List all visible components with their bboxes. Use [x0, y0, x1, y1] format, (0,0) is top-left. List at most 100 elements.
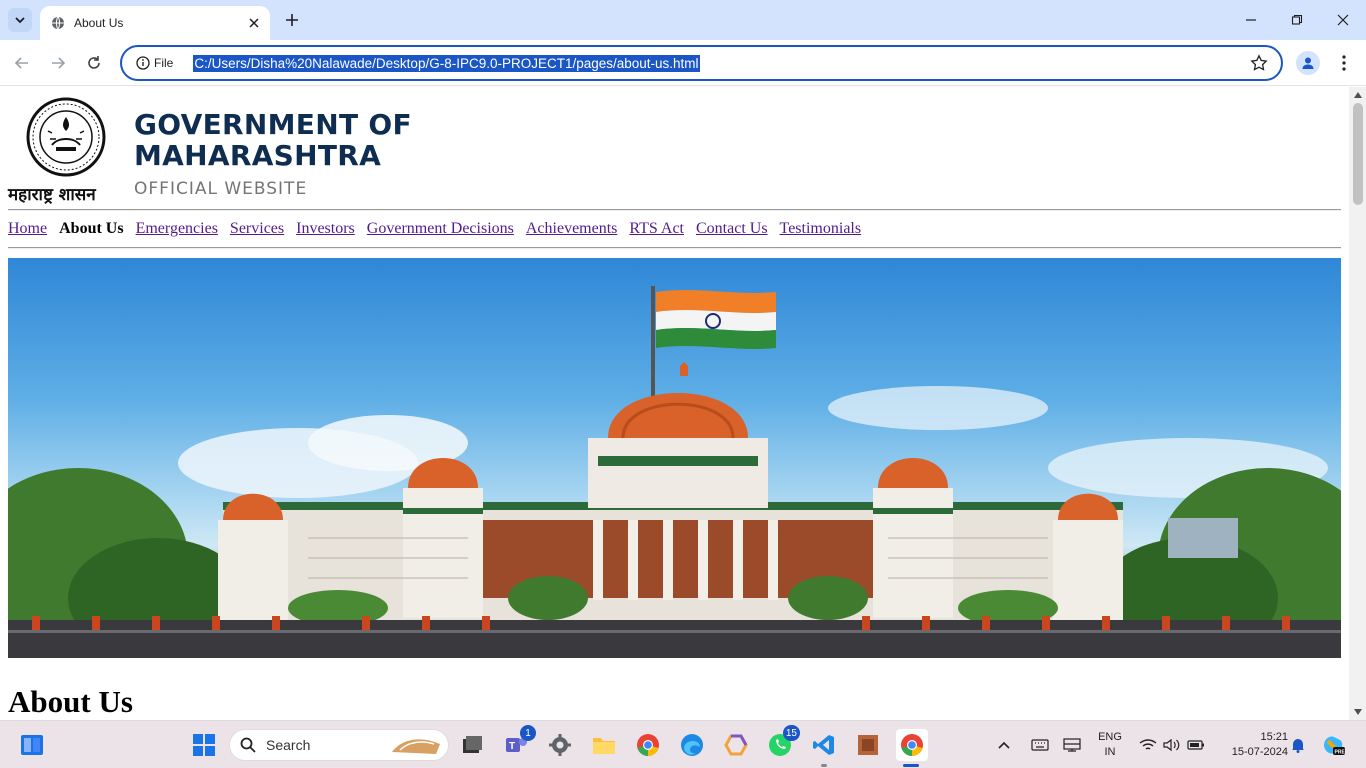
whatsapp-app[interactable]: 15	[764, 725, 800, 761]
keyboard-tray-button[interactable]	[1028, 729, 1052, 761]
maharashtra-seal-logo: महाराष्ट्र शासन	[8, 95, 124, 205]
task-view-icon	[463, 736, 482, 753]
chevron-up-icon	[998, 741, 1010, 749]
scroll-down-arrow[interactable]	[1353, 707, 1363, 717]
main-nav: Home About Us Emergencies Services Inves…	[8, 211, 1341, 247]
bookmark-button[interactable]	[1249, 53, 1269, 73]
volume-button[interactable]	[1160, 729, 1184, 761]
copilot-icon: PRE	[1324, 736, 1345, 756]
copilot-tray-button[interactable]: PRE	[1318, 729, 1348, 761]
page-viewport: महाराष्ट्र शासन GOVERNMENT OF MAHARASHTR…	[0, 87, 1366, 720]
brand-subtitle: OFFICIAL WEBSITE	[134, 179, 308, 199]
search-box-label: Search	[266, 737, 311, 753]
minimize-button[interactable]	[1236, 8, 1266, 32]
widgets-button[interactable]	[16, 729, 48, 761]
tab-search-button[interactable]	[8, 8, 32, 32]
nav-link-rts-act[interactable]: RTS Act	[629, 220, 684, 238]
nav-link-emergencies[interactable]: Emergencies	[136, 220, 218, 238]
globe-icon	[50, 15, 66, 31]
new-tab-button[interactable]	[280, 8, 304, 32]
nav-link-about-active[interactable]: About Us	[59, 220, 123, 238]
copilot-app[interactable]	[720, 729, 752, 761]
monitor-icon	[1063, 738, 1081, 752]
wifi-button[interactable]	[1136, 729, 1160, 761]
site-header: महाराष्ट्र शासन GOVERNMENT OF MAHARASHTR…	[8, 95, 1341, 209]
teams-badge: 1	[520, 725, 536, 741]
seal-emblem-icon	[26, 97, 106, 177]
chrome-active-app[interactable]	[896, 729, 928, 761]
forward-button[interactable]	[46, 51, 70, 75]
browser-toolbar: File C:/Users/Disha%20Nalawade/Desktop/G…	[0, 40, 1366, 86]
teams-app[interactable]: T 1	[500, 725, 536, 761]
keyboard-icon	[1031, 739, 1049, 751]
svg-text:T: T	[509, 741, 515, 752]
browser-menu-button[interactable]	[1332, 51, 1356, 75]
start-button[interactable]	[188, 729, 220, 761]
edge-app[interactable]	[676, 729, 708, 761]
restore-icon	[1291, 14, 1303, 25]
site-info-chip[interactable]: File	[130, 50, 179, 76]
divider-bottom	[8, 247, 1341, 249]
gear-icon	[549, 734, 571, 756]
brand-title-line2: MAHARASHTRA	[134, 139, 382, 172]
clock-date: 15-07-2024	[1231, 746, 1288, 758]
nav-link-government-decisions[interactable]: Government Decisions	[367, 220, 514, 238]
page-scrollbar[interactable]	[1349, 87, 1366, 720]
close-tab-button[interactable]	[244, 13, 264, 33]
windows-logo-icon	[193, 734, 215, 756]
more-vertical-icon	[1342, 55, 1346, 71]
star-icon	[1250, 54, 1268, 71]
arrow-right-icon	[52, 57, 66, 69]
pinned-app[interactable]	[852, 729, 884, 761]
edge-icon	[681, 734, 703, 756]
arrow-left-icon	[14, 57, 28, 69]
page-heading: About Us	[8, 684, 133, 719]
close-icon	[1337, 14, 1349, 26]
restore-button[interactable]	[1282, 8, 1312, 32]
clock-time: 15:21	[1260, 731, 1288, 743]
display-tray-button[interactable]	[1060, 729, 1084, 761]
profile-button[interactable]	[1296, 51, 1320, 75]
whatsapp-badge: 15	[782, 725, 800, 741]
brand-title-line1: GOVERNMENT OF	[134, 108, 412, 141]
close-window-button[interactable]	[1328, 8, 1358, 32]
file-explorer-app[interactable]	[588, 729, 620, 761]
search-highlight-icon	[392, 739, 440, 754]
notifications-button[interactable]	[1288, 729, 1308, 761]
active-app-indicator	[903, 764, 919, 767]
battery-button[interactable]	[1184, 729, 1208, 761]
scroll-up-arrow[interactable]	[1353, 90, 1363, 100]
nav-link-home[interactable]: Home	[8, 220, 47, 238]
vscode-app[interactable]	[808, 729, 840, 761]
vscode-icon	[813, 735, 834, 755]
widgets-icon	[21, 735, 43, 755]
active-tab[interactable]: About Us	[40, 6, 270, 40]
wifi-icon	[1139, 739, 1157, 750]
nav-link-services[interactable]: Services	[230, 220, 284, 238]
clock[interactable]: 15:21 15-07-2024	[1216, 730, 1288, 760]
minimize-icon	[1246, 19, 1256, 21]
chrome-app[interactable]	[632, 729, 664, 761]
user-icon	[1302, 57, 1314, 69]
logo-caption: महाराष्ट्र शासन	[8, 185, 96, 205]
app-tile-icon	[858, 735, 878, 755]
tab-title: About Us	[74, 16, 124, 30]
language-indicator[interactable]: ENG IN	[1094, 730, 1126, 760]
address-bar[interactable]: File C:/Users/Disha%20Nalawade/Desktop/G…	[120, 45, 1283, 81]
close-icon	[249, 18, 259, 28]
show-hidden-icons-button[interactable]	[992, 729, 1016, 761]
url-text[interactable]: C:/Users/Disha%20Nalawade/Desktop/G-8-IP…	[193, 54, 700, 72]
nav-link-investors[interactable]: Investors	[296, 220, 355, 238]
brand-block: GOVERNMENT OF MAHARASHTRA OFFICIAL WEBSI…	[134, 95, 412, 199]
back-button[interactable]	[10, 51, 34, 75]
nav-link-contact-us[interactable]: Contact Us	[696, 220, 768, 238]
nav-link-testimonials[interactable]: Testimonials	[780, 220, 862, 238]
scroll-thumb[interactable]	[1353, 103, 1363, 205]
nav-link-achievements[interactable]: Achievements	[526, 220, 618, 238]
plus-icon	[286, 14, 298, 26]
task-view-button[interactable]	[456, 729, 488, 761]
taskbar-search-box[interactable]: Search	[229, 729, 449, 761]
reload-icon	[88, 56, 100, 69]
reload-button[interactable]	[82, 51, 106, 75]
settings-app[interactable]	[544, 729, 576, 761]
